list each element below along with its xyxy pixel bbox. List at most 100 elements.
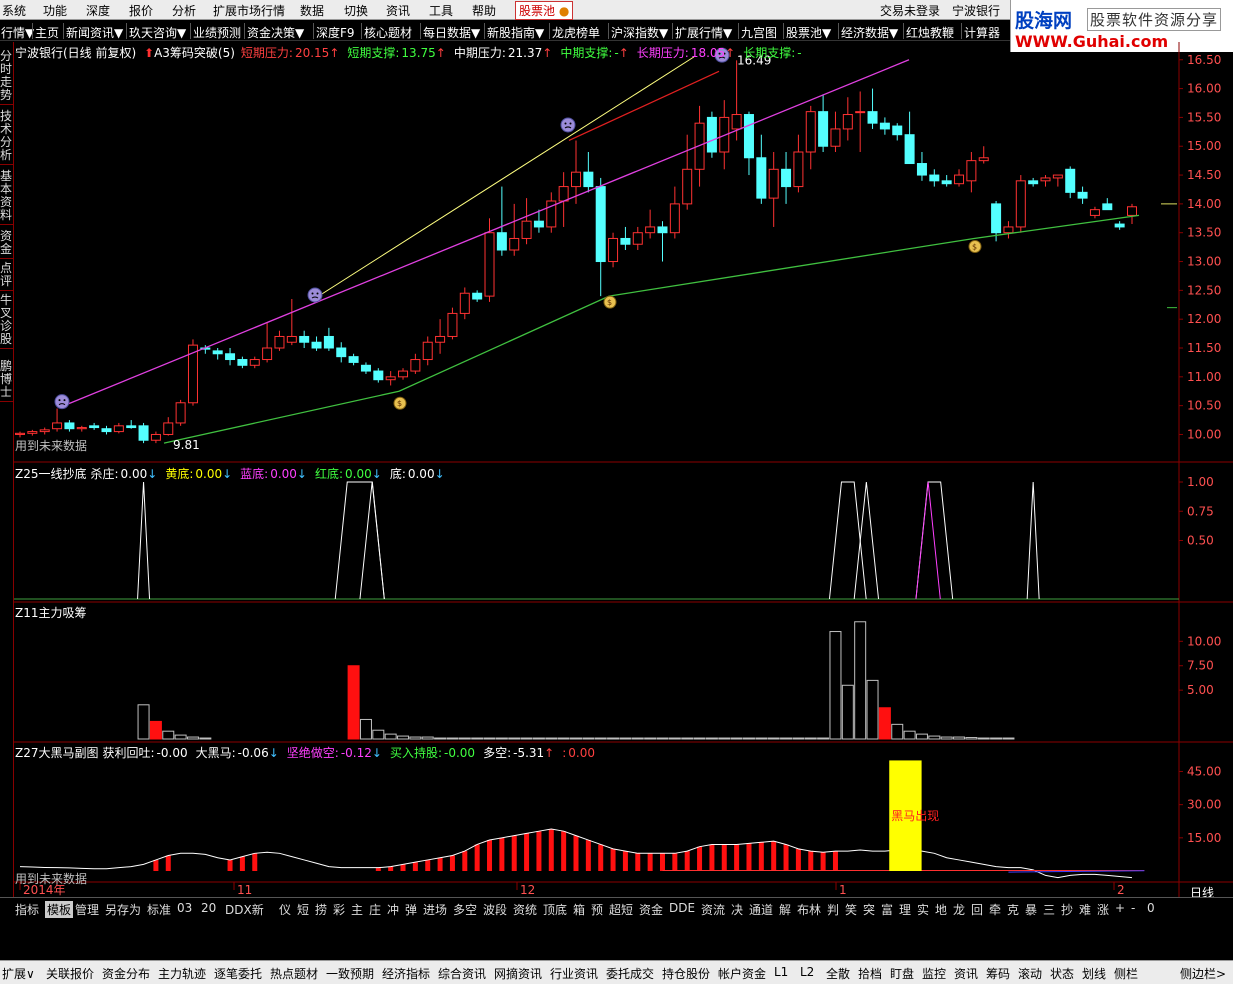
index-tab[interactable]: 理 xyxy=(899,901,911,918)
page-tab[interactable]: 帐户资金 xyxy=(718,965,766,982)
page-tab[interactable]: 侧边栏> xyxy=(1180,965,1226,982)
left-tab[interactable]: 分时走势 xyxy=(0,48,13,105)
index-tab[interactable]: 龙 xyxy=(953,901,965,918)
toolbar-item[interactable]: 经济数据▼ xyxy=(841,24,898,41)
index-tab[interactable]: 暴 xyxy=(1025,901,1037,918)
left-tab[interactable]: 牛叉诊股 xyxy=(0,292,13,349)
page-tab[interactable]: 扩展∨ xyxy=(2,965,35,982)
toolbar-item[interactable]: 行情▼ xyxy=(1,24,34,41)
menu-news[interactable]: 资讯 xyxy=(386,2,410,19)
index-tab[interactable]: - xyxy=(1131,901,1135,915)
toolbar-item[interactable]: 沪深指数▼ xyxy=(611,24,668,41)
index-tab[interactable]: 富 xyxy=(881,901,893,918)
index-tab[interactable]: 资流 xyxy=(701,901,725,918)
page-tab[interactable]: 综合资讯 xyxy=(438,965,486,982)
index-tab[interactable]: 多空 xyxy=(453,901,477,918)
index-tab[interactable]: 解 xyxy=(779,901,791,918)
page-tab[interactable]: 资金分布 xyxy=(102,965,150,982)
menu-switch[interactable]: 切换 xyxy=(344,2,368,19)
index-tab[interactable]: DDE xyxy=(669,901,695,915)
stock-pool-menu[interactable]: 股票池 ● xyxy=(515,1,574,20)
page-tab[interactable]: 逐笔委托 xyxy=(214,965,262,982)
left-tab[interactable]: 鹏博士 xyxy=(0,358,13,402)
index-tab[interactable]: 波段 xyxy=(483,901,507,918)
menu-ext-market[interactable]: 扩展市场行情 xyxy=(213,2,285,19)
index-tab[interactable]: 通道 xyxy=(749,901,773,918)
index-tab[interactable]: 预 xyxy=(591,901,603,918)
index-tab[interactable]: 冲 xyxy=(387,901,399,918)
index-tab[interactable]: 涨 xyxy=(1097,901,1109,918)
menu-function[interactable]: 功能 xyxy=(43,2,67,19)
page-tab[interactable]: 资讯 xyxy=(954,965,978,982)
index-tab[interactable]: 主 xyxy=(351,901,363,918)
page-tab[interactable]: 状态 xyxy=(1050,965,1074,982)
index-tab[interactable]: 资金 xyxy=(639,901,663,918)
index-tab[interactable]: 短 xyxy=(297,901,309,918)
page-tab[interactable]: 委托成交 xyxy=(606,965,654,982)
index-tab[interactable]: 箱 xyxy=(573,901,585,918)
index-tab[interactable]: 进场 xyxy=(423,901,447,918)
index-tab[interactable]: 管理 xyxy=(75,901,99,918)
index-tab[interactable]: 03 xyxy=(177,901,192,915)
index-tab[interactable]: 模板 xyxy=(45,901,74,918)
page-tab[interactable]: L1 xyxy=(774,965,788,979)
page-tab[interactable]: 监控 xyxy=(922,965,946,982)
toolbar-item[interactable]: 资金决策▼ xyxy=(247,24,304,41)
page-tab[interactable]: 滚动 xyxy=(1018,965,1042,982)
index-tab[interactable]: 捞 xyxy=(315,901,327,918)
left-tab[interactable]: 技术分析 xyxy=(0,108,13,165)
period-label[interactable]: 日线 xyxy=(1180,884,1233,900)
index-tab[interactable]: 难 xyxy=(1079,901,1091,918)
toolbar-item[interactable]: 业绩预测 xyxy=(193,24,241,41)
index-tab[interactable]: 布林 xyxy=(797,901,821,918)
toolbar-item[interactable]: 新股指南▼ xyxy=(487,24,544,41)
left-tab[interactable]: 点评 xyxy=(0,260,13,291)
index-tab[interactable]: 抄 xyxy=(1061,901,1073,918)
page-tab[interactable]: L2 xyxy=(800,965,814,979)
index-tab[interactable]: 决 xyxy=(731,901,743,918)
login-status[interactable]: 交易未登录 xyxy=(880,2,940,19)
toolbar-item[interactable]: 股票池▼ xyxy=(786,24,831,41)
index-tab[interactable]: 标准 xyxy=(147,901,171,918)
toolbar-item[interactable]: 红烛教鞭 xyxy=(906,24,954,41)
index-tab[interactable]: 指标 xyxy=(15,901,39,918)
index-tab[interactable]: 仪 xyxy=(279,901,291,918)
index-tab[interactable]: 三 xyxy=(1043,901,1055,918)
index-tab[interactable]: 顶底 xyxy=(543,901,567,918)
index-tab[interactable]: 另存为 xyxy=(105,901,141,918)
page-tab[interactable]: 行业资讯 xyxy=(550,965,598,982)
index-tab[interactable]: 彩 xyxy=(333,901,345,918)
menu-quote[interactable]: 报价 xyxy=(129,2,153,19)
toolbar-item[interactable]: 新闻资讯▼ xyxy=(66,24,123,41)
toolbar-item[interactable]: 核心题材 xyxy=(364,24,412,41)
page-tab[interactable]: 持仓股份 xyxy=(662,965,710,982)
index-tab[interactable]: 庄 xyxy=(369,901,381,918)
menu-depth[interactable]: 深度 xyxy=(86,2,110,19)
menu-data[interactable]: 数据 xyxy=(300,2,324,19)
index-tab[interactable]: 实 xyxy=(917,901,929,918)
page-tab[interactable]: 热点题材 xyxy=(270,965,318,982)
index-tab[interactable]: 弹 xyxy=(405,901,417,918)
toolbar-item[interactable]: 主页 xyxy=(35,24,59,41)
toolbar-item[interactable]: 每日数据▼ xyxy=(423,24,480,41)
index-tab[interactable]: 资统 xyxy=(513,901,537,918)
index-tab[interactable]: 牵 xyxy=(989,901,1001,918)
index-tab[interactable]: 超短 xyxy=(609,901,633,918)
toolbar-item[interactable]: 计算器 xyxy=(964,24,1000,41)
index-tab[interactable]: 回 xyxy=(971,901,983,918)
toolbar-item[interactable]: 深度F9 xyxy=(316,24,355,41)
index-tab[interactable]: 地 xyxy=(935,901,947,918)
left-tab[interactable]: 基本资料 xyxy=(0,168,13,225)
index-tab[interactable]: 20 xyxy=(201,901,216,915)
page-tab[interactable]: 侧栏 xyxy=(1114,965,1138,982)
page-tab[interactable]: 划线 xyxy=(1082,965,1106,982)
toolbar-item[interactable]: 扩展行情▼ xyxy=(675,24,732,41)
index-tab[interactable]: 判 xyxy=(827,901,839,918)
menu-system[interactable]: 系统 xyxy=(2,2,26,19)
index-tab[interactable]: 笑 xyxy=(845,901,857,918)
menu-analysis[interactable]: 分析 xyxy=(172,2,196,19)
page-tab[interactable]: 盯盘 xyxy=(890,965,914,982)
index-tab[interactable]: + xyxy=(1115,901,1125,915)
page-tab[interactable]: 一致预期 xyxy=(326,965,374,982)
page-tab[interactable]: 经济指标 xyxy=(382,965,430,982)
